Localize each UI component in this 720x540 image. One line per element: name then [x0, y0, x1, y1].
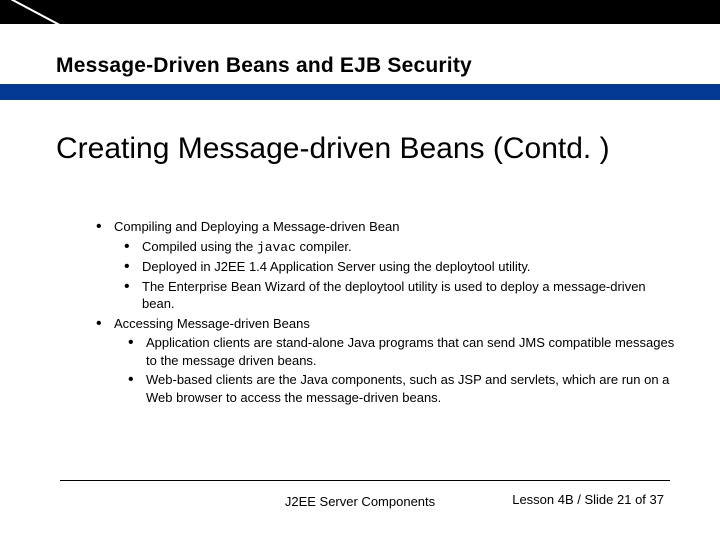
- footer-divider: [60, 480, 670, 481]
- slide-header: Message-Driven Beans and EJB Security: [56, 54, 472, 78]
- section-heading: Compiling and Deploying a Message-driven…: [114, 219, 399, 234]
- slide-body: Compiling and Deploying a Message-driven…: [96, 218, 676, 408]
- decorative-diagonal-line: [0, 0, 70, 31]
- bullet-text: compiler.: [296, 239, 352, 254]
- bullet-text: Application clients are stand-alone Java…: [146, 335, 674, 368]
- list-item: Compiled using the javac compiler.: [124, 238, 676, 257]
- code-text: javac: [257, 240, 296, 255]
- bullet-text: Compiled using the: [142, 239, 257, 254]
- list-item: Web-based clients are the Java component…: [128, 371, 676, 406]
- slide-title: Creating Message-driven Beans (Contd. ): [56, 130, 676, 168]
- list-item: Deployed in J2EE 1.4 Application Server …: [124, 258, 676, 276]
- slide: Message-Driven Beans and EJB Security Cr…: [0, 0, 720, 540]
- list-item: Accessing Message-driven Beans Applicati…: [96, 315, 676, 407]
- top-black-bar: [0, 0, 720, 24]
- list-item: Application clients are stand-alone Java…: [128, 334, 676, 369]
- bullet-text: The Enterprise Bean Wizard of the deploy…: [142, 279, 646, 312]
- section-heading: Accessing Message-driven Beans: [114, 316, 310, 331]
- bullet-text: Deployed in J2EE 1.4 Application Server …: [142, 259, 531, 274]
- list-item: The Enterprise Bean Wizard of the deploy…: [124, 278, 676, 313]
- blue-strip: [0, 84, 720, 100]
- bullet-text: Web-based clients are the Java component…: [146, 372, 669, 405]
- footer-right-text: Lesson 4B / Slide 21 of 37: [512, 492, 664, 507]
- list-item: Compiling and Deploying a Message-driven…: [96, 218, 676, 313]
